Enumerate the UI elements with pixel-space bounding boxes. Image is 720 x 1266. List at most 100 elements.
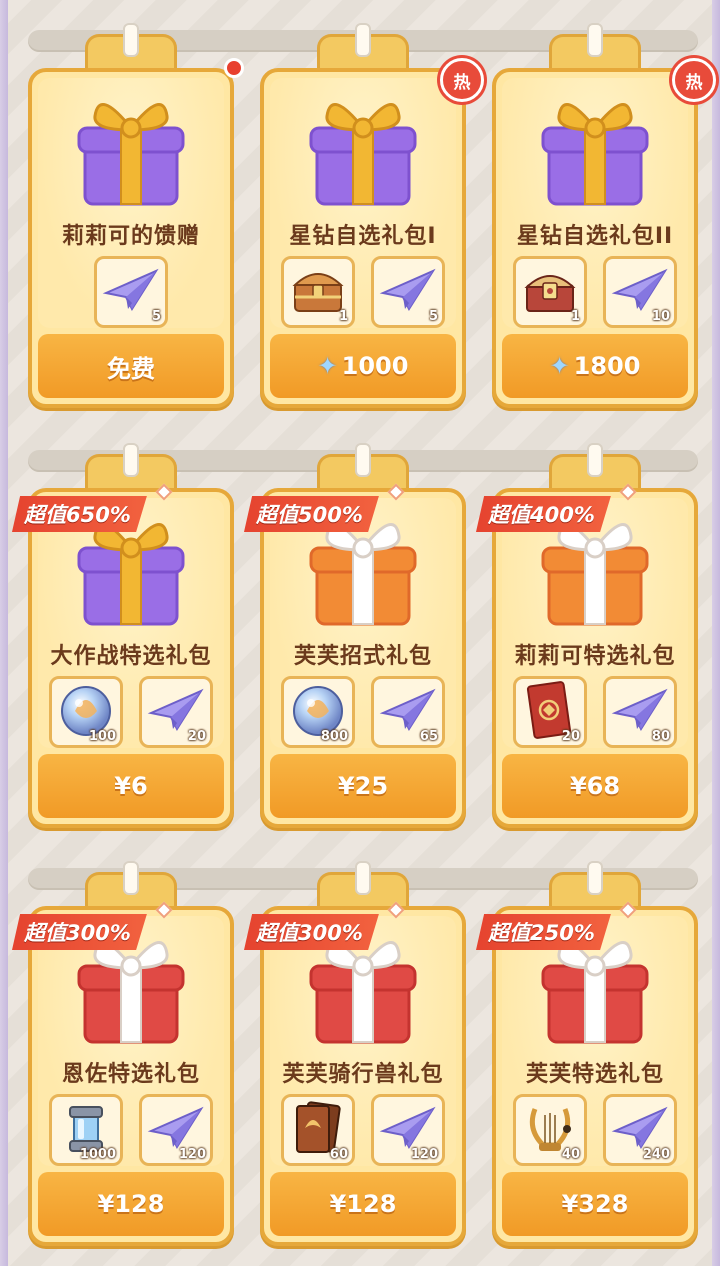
reward-item[interactable]: 80 (603, 676, 677, 748)
reward-item[interactable]: 20 (513, 676, 587, 748)
gift-pack-card[interactable]: 星钻自选礼包I 1 5 ✦ 1000 热 (260, 34, 484, 408)
value-badge: 超值650% (12, 496, 147, 532)
reward-item[interactable]: 65 (371, 676, 445, 748)
reward-quantity: 1 (570, 309, 580, 324)
pack-title: 星钻自选礼包I (289, 224, 437, 249)
reward-items: 1 5 (264, 256, 462, 328)
reward-item[interactable]: 5 (94, 256, 168, 328)
reward-quantity: 20 (187, 729, 206, 744)
reward-item[interactable]: 20 (139, 676, 213, 748)
hot-badge: 热 (672, 58, 716, 102)
gift-pack-card[interactable]: 芙芙骑行兽礼包 60 120 ¥128 超值300% (244, 872, 466, 1246)
reward-items: 100 20 (32, 676, 230, 748)
price-label: 免费 (107, 354, 155, 383)
gift-pack-card[interactable]: 芙芙招式礼包 800 65 ¥25 超值500% (244, 454, 466, 828)
gift-pack-card[interactable]: 星钻自选礼包II 1 10 ✦ 1800 热 (492, 34, 716, 408)
gift-pack-card[interactable]: 恩佐特选礼包 1000 120 ¥128 超值300% (12, 872, 234, 1246)
reward-item[interactable]: 800 (281, 676, 355, 748)
reward-items: 1000 120 (32, 1094, 230, 1166)
gift-pack-card[interactable]: 莉莉可的馈赠 5 免费 (28, 34, 244, 408)
reward-quantity: 10 (651, 309, 670, 324)
reward-item[interactable]: 10 (603, 256, 677, 328)
hot-badge: 热 (440, 58, 484, 102)
gift-box-icon (69, 90, 193, 210)
pack-title: 芙芙骑行兽礼包 (282, 1062, 444, 1087)
pack-title: 芙芙招式礼包 (293, 644, 432, 669)
price-label: ¥328 (561, 1190, 629, 1218)
buy-button[interactable]: ¥128 (270, 1172, 456, 1236)
price-label: ¥6 (114, 772, 148, 800)
buy-button[interactable]: ¥25 (270, 754, 456, 818)
reward-item[interactable]: 40 (513, 1094, 587, 1166)
reward-quantity: 1000 (79, 1147, 116, 1162)
reward-items: 1 10 (496, 256, 694, 328)
gift-box-icon (533, 90, 657, 210)
buy-button[interactable]: ✦ 1800 (502, 334, 688, 398)
reward-quantity: 40 (561, 1147, 580, 1162)
value-badge: 超值300% (12, 914, 147, 950)
reward-items: 5 (32, 256, 230, 328)
reward-quantity: 120 (178, 1147, 206, 1162)
card-body: 星钻自选礼包I 1 5 ✦ 1000 (260, 68, 466, 408)
price-label: 1800 (573, 352, 641, 380)
reward-items: 20 80 (496, 676, 694, 748)
buy-button[interactable]: ¥328 (502, 1172, 688, 1236)
reward-item[interactable]: 1 (513, 256, 587, 328)
gift-pack-card[interactable]: 莉莉可特选礼包 20 80 ¥68 超值400% (476, 454, 698, 828)
value-badge: 超值400% (476, 496, 611, 532)
value-badge: 超值300% (244, 914, 379, 950)
buy-button[interactable]: ¥128 (38, 1172, 224, 1236)
reward-quantity: 5 (428, 309, 438, 324)
reward-quantity: 5 (151, 309, 161, 324)
buy-button[interactable]: ✦ 1000 (270, 334, 456, 398)
pack-title: 莉莉可的馈赠 (61, 224, 200, 249)
reward-quantity: 60 (329, 1147, 348, 1162)
reward-quantity: 800 (320, 729, 348, 744)
card-body: 莉莉可特选礼包 20 80 ¥68 (492, 488, 698, 828)
price-label: ¥25 (337, 772, 389, 800)
left-frame (0, 0, 8, 1266)
pack-title: 星钻自选礼包II (516, 224, 674, 249)
reward-item[interactable]: 120 (139, 1094, 213, 1166)
reward-quantity: 65 (419, 729, 438, 744)
star-diamond-icon: ✦ (549, 352, 570, 380)
pack-title: 恩佐特选礼包 (61, 1062, 200, 1087)
buy-button[interactable]: ¥6 (38, 754, 224, 818)
value-badge: 超值500% (244, 496, 379, 532)
reward-item[interactable]: 240 (603, 1094, 677, 1166)
buy-button[interactable]: ¥68 (502, 754, 688, 818)
reward-quantity: 100 (88, 729, 116, 744)
gift-pack-card[interactable]: 芙芙特选礼包 40 240 ¥328 超值250% (476, 872, 698, 1246)
pack-title: 大作战特选礼包 (50, 644, 212, 669)
right-frame (712, 0, 720, 1266)
reward-item[interactable]: 120 (371, 1094, 445, 1166)
gift-pack-card[interactable]: 大作战特选礼包 100 20 ¥6 超值650% (12, 454, 234, 828)
value-badge: 超值250% (476, 914, 611, 950)
card-body: 莉莉可的馈赠 5 免费 (28, 68, 234, 408)
reward-quantity: 1 (338, 309, 348, 324)
notification-dot (224, 58, 244, 78)
pack-title: 莉莉可特选礼包 (514, 644, 676, 669)
reward-quantity: 120 (410, 1147, 438, 1162)
gift-box-icon (301, 90, 425, 210)
buy-button[interactable]: 免费 (38, 334, 224, 398)
card-body: 芙芙招式礼包 800 65 ¥25 (260, 488, 466, 828)
reward-item[interactable]: 60 (281, 1094, 355, 1166)
reward-quantity: 80 (651, 729, 670, 744)
reward-item[interactable]: 1 (281, 256, 355, 328)
reward-quantity: 240 (642, 1147, 670, 1162)
price-label: ¥128 (329, 1190, 397, 1218)
card-body: 恩佐特选礼包 1000 120 ¥128 (28, 906, 234, 1246)
card-body: 星钻自选礼包II 1 10 ✦ 1800 (492, 68, 698, 408)
reward-items: 40 240 (496, 1094, 694, 1166)
price-label: 1000 (341, 352, 409, 380)
price-label: ¥128 (97, 1190, 165, 1218)
pack-title: 芙芙特选礼包 (525, 1062, 664, 1087)
reward-item[interactable]: 100 (49, 676, 123, 748)
reward-item[interactable]: 1000 (49, 1094, 123, 1166)
card-body: 大作战特选礼包 100 20 ¥6 (28, 488, 234, 828)
reward-item[interactable]: 5 (371, 256, 445, 328)
reward-items: 800 65 (264, 676, 462, 748)
reward-items: 60 120 (264, 1094, 462, 1166)
card-body: 芙芙特选礼包 40 240 ¥328 (492, 906, 698, 1246)
